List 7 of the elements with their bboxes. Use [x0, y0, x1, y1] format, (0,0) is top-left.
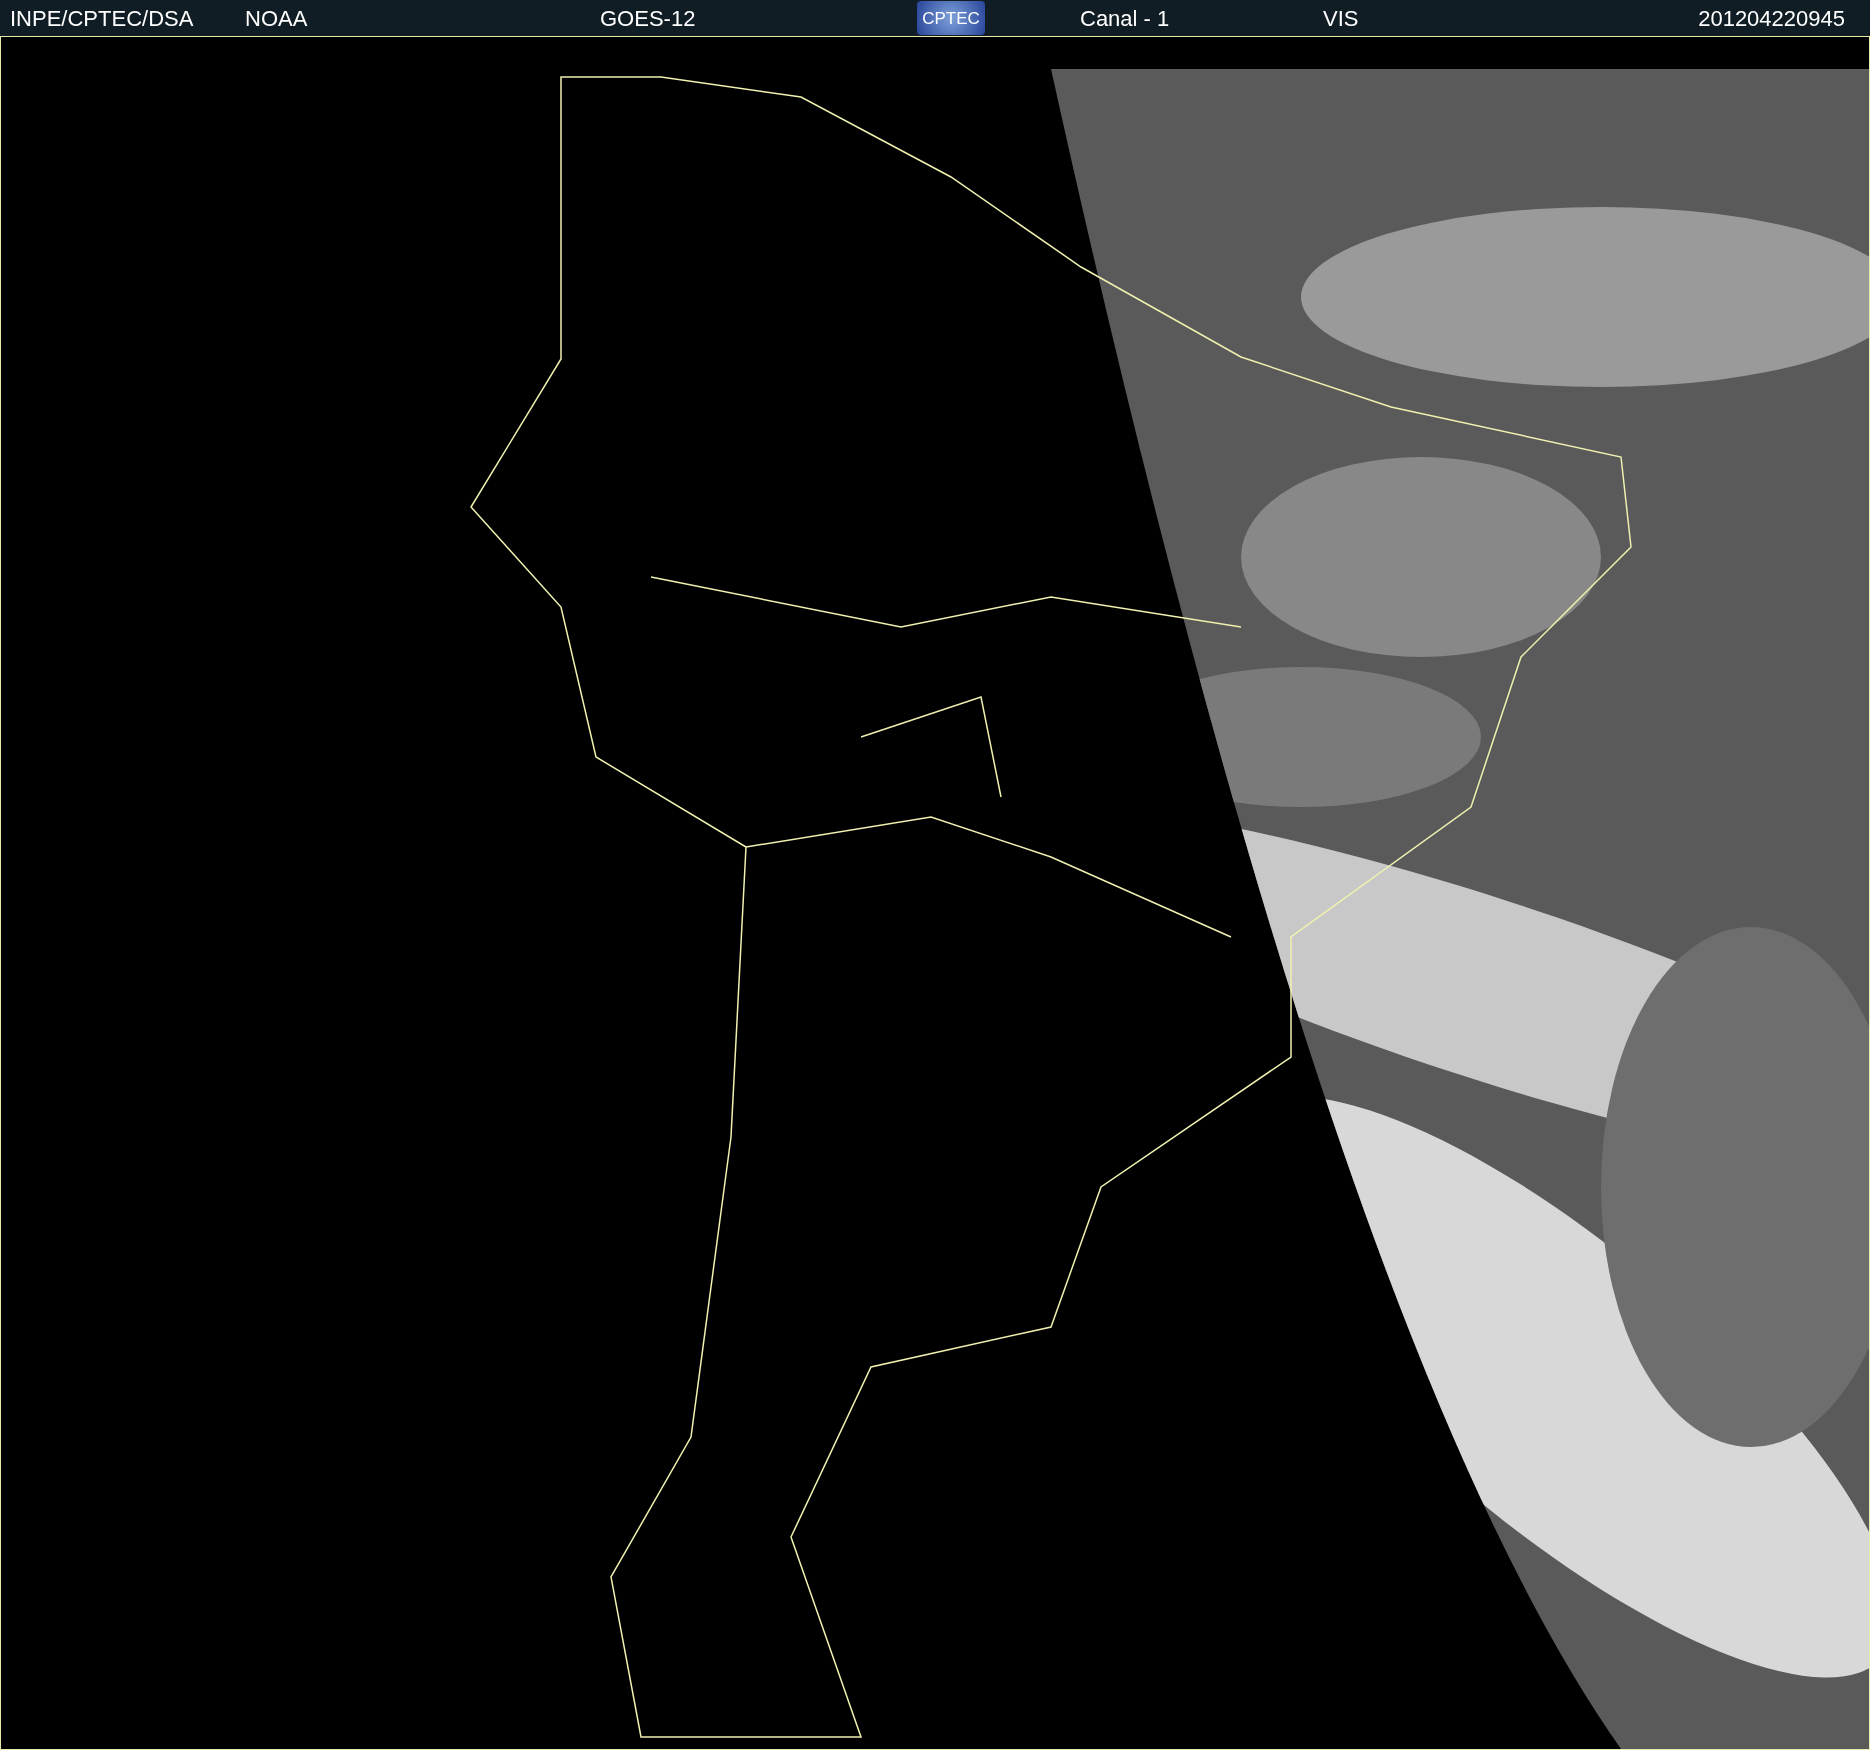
timestamp-label: 201204220945 — [1698, 4, 1845, 33]
logo: CPTEC — [917, 1, 985, 35]
source-label: INPE/CPTEC/DSA — [10, 5, 194, 31]
agency-label: NOAA — [245, 5, 308, 31]
satellite-label: GOES-12 — [600, 5, 696, 31]
band-label: VIS — [1323, 5, 1359, 31]
channel-label: Canal - 1 — [1080, 5, 1170, 31]
